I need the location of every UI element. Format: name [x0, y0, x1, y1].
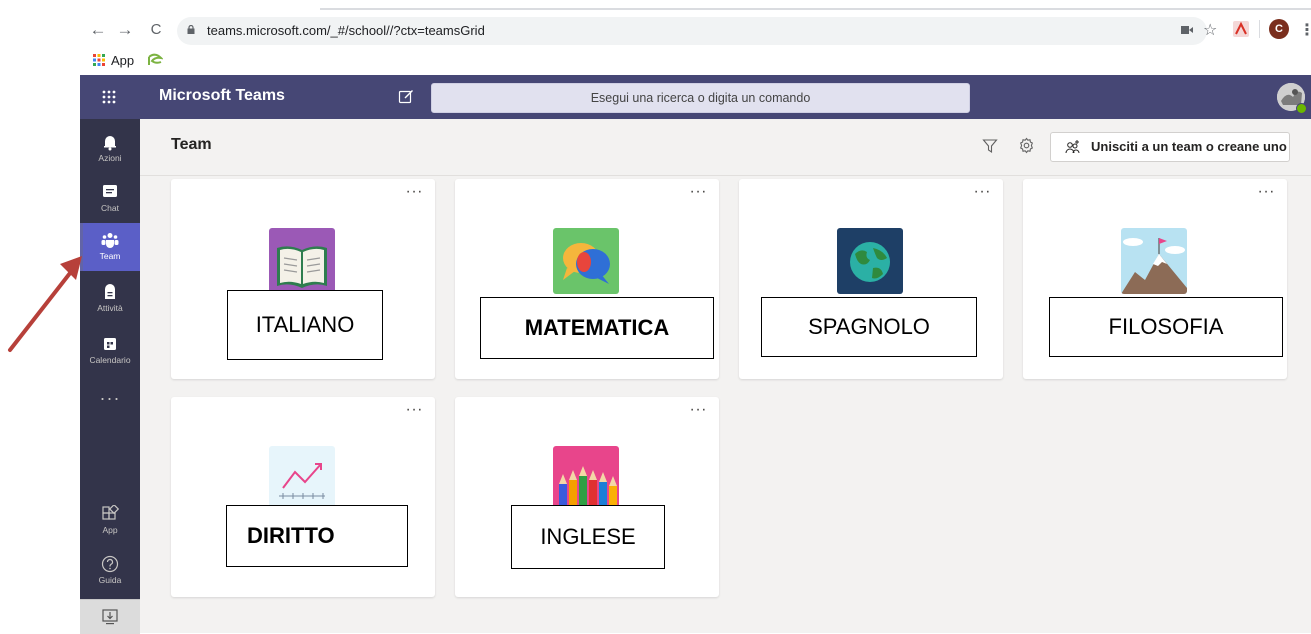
main-header: Team Unisciti a un team o creane uno	[140, 119, 1311, 176]
speech-bubbles-icon	[553, 228, 619, 294]
pencils-icon	[553, 446, 619, 512]
more-apps-button[interactable]: ···	[80, 388, 140, 409]
apps-grid-icon[interactable]	[93, 54, 105, 66]
address-bar[interactable]: teams.microsoft.com/_#/school//?ctx=team…	[177, 17, 1207, 45]
mountain-flag-icon	[1121, 228, 1187, 294]
more-options-button[interactable]: ···	[1258, 183, 1275, 201]
back-button[interactable]: ←	[88, 20, 108, 40]
rail-item-activity[interactable]: Azioni	[80, 125, 140, 173]
more-options-button[interactable]: ···	[406, 401, 423, 419]
team-card-filosofia[interactable]: ··· FILOSOFIA	[1023, 179, 1287, 379]
team-name-label: INGLESE	[511, 505, 665, 569]
bookmarks-bar: App	[0, 48, 1311, 74]
compose-icon[interactable]	[398, 88, 415, 105]
browser-extensions: ☆ C ⋮	[1181, 17, 1311, 45]
app-bar: Azioni Chat Team Attività Calendario ···	[80, 119, 140, 634]
more-options-button[interactable]: ···	[690, 183, 707, 201]
join-or-create-team-button[interactable]: Unisciti a un team o creane uno	[1050, 132, 1290, 162]
rail-item-chat[interactable]: Chat	[80, 175, 140, 223]
browser-toolbar: ← → C teams.microsoft.com/_#/school//?ct…	[0, 14, 1311, 48]
search-input[interactable]: Esegui una ricerca o digita un comando	[431, 83, 970, 113]
book-icon	[269, 228, 335, 294]
bookmark-star-icon[interactable]: ☆	[1203, 20, 1217, 40]
reload-button[interactable]: C	[146, 20, 166, 40]
rail-label: Azioni	[98, 153, 122, 163]
camera-icon[interactable]	[1181, 25, 1193, 35]
download-icon	[102, 609, 118, 625]
main-content: Team Unisciti a un team o creane uno ···	[140, 119, 1311, 633]
more-options-button[interactable]: ···	[406, 183, 423, 201]
browser-menu-icon[interactable]: ⋮	[1299, 20, 1311, 40]
more-options-button[interactable]: ···	[974, 183, 991, 201]
assignments-icon	[105, 284, 115, 299]
rail-label: Guida	[98, 575, 122, 585]
teams-icon	[101, 233, 119, 248]
rail-label: App	[102, 525, 118, 535]
app-launcher-icon[interactable]	[100, 88, 118, 106]
download-app-button[interactable]	[80, 599, 140, 634]
trend-chart-icon	[269, 446, 335, 512]
help-icon	[101, 555, 119, 573]
lock-icon	[187, 25, 195, 34]
more-options-button[interactable]: ···	[690, 401, 707, 419]
presence-badge	[1296, 103, 1307, 114]
globe-icon	[837, 228, 903, 294]
team-name-label: ITALIANO	[227, 290, 383, 360]
url-text: teams.microsoft.com/_#/school//?ctx=team…	[207, 23, 485, 38]
team-card-spagnolo[interactable]: ··· SPAGNOLO	[739, 179, 1003, 379]
team-name-label: DIRITTO	[226, 505, 408, 567]
bell-icon	[104, 136, 116, 151]
teams-header: Microsoft Teams Esegui una ricerca o dig…	[80, 75, 1311, 119]
forward-button[interactable]: →	[115, 20, 135, 40]
bookmark-favicon-icon[interactable]	[147, 53, 163, 67]
rail-item-apps[interactable]: App	[80, 497, 140, 545]
join-label: Unisciti a un team o creane uno	[1091, 139, 1287, 154]
app-title: Microsoft Teams	[159, 87, 285, 104]
team-card-matematica[interactable]: ··· MATEMATICA	[455, 179, 719, 379]
annotation-arrow	[8, 256, 82, 352]
search-placeholder: Esegui una ricerca o digita un comando	[590, 91, 811, 105]
page-title: Team	[171, 136, 212, 153]
calendar-icon	[104, 338, 116, 350]
add-team-icon	[1065, 140, 1080, 154]
pdf-extension-icon[interactable]	[1233, 21, 1249, 37]
team-card-diritto[interactable]: ··· DIRITTO	[171, 397, 435, 597]
profile-avatar[interactable]: C	[1269, 19, 1289, 39]
filter-icon[interactable]	[982, 138, 998, 154]
chat-icon	[103, 185, 117, 197]
tab-strip-edge	[320, 8, 1311, 10]
rail-item-help[interactable]: Guida	[80, 547, 140, 595]
team-card-italiano[interactable]: ··· ITALIANO	[171, 179, 435, 379]
rail-label: Chat	[101, 203, 119, 213]
team-name-label: SPAGNOLO	[761, 297, 977, 357]
team-name-label: MATEMATICA	[480, 297, 714, 359]
apps-icon	[102, 505, 119, 520]
team-card-inglese[interactable]: ··· INGLESE	[455, 397, 719, 597]
team-name-label: FILOSOFIA	[1049, 297, 1283, 357]
gear-icon[interactable]	[1018, 137, 1035, 154]
separator	[1259, 20, 1260, 38]
apps-bookmark[interactable]: App	[111, 53, 134, 68]
